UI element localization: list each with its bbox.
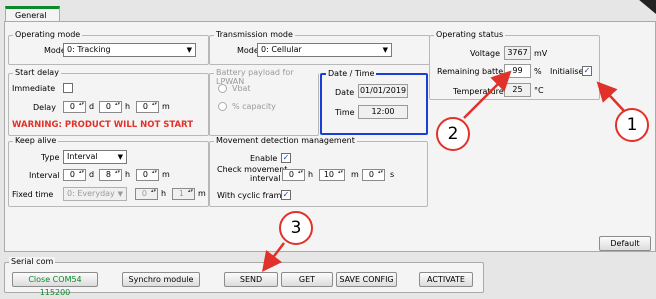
start-delay-legend: Start delay: [13, 68, 61, 77]
activate-button[interactable]: ACTIVATE: [419, 272, 473, 287]
vbat-label: Vbat: [232, 84, 251, 93]
check-minutes-unit: m: [351, 170, 359, 179]
voltage-value: 3767: [504, 46, 531, 60]
save-config-button[interactable]: SAVE CONFIG: [336, 272, 397, 287]
fixed-hours-stepper[interactable]: 0: [135, 188, 158, 200]
transmission-mode-legend: Transmission mode: [214, 30, 295, 39]
interval-days-unit: d: [89, 170, 95, 179]
delay-label: Delay: [33, 103, 56, 112]
transmission-mode-label: Mode: [237, 46, 259, 55]
interval-minutes-unit: m: [162, 170, 170, 179]
keep-alive-legend: Keep alive: [13, 136, 59, 145]
fixed-minutes-stepper[interactable]: 1: [172, 188, 195, 200]
annotation-circle-2: 2: [436, 117, 470, 151]
main-panel: Operating mode Mode 0: Tracking ▼ Transm…: [4, 21, 656, 252]
check-hours-unit: h: [308, 170, 314, 179]
annotation-circle-3: 3: [279, 211, 313, 245]
enable-checkbox[interactable]: ✓: [281, 153, 291, 163]
fixed-time-day-value: 0: Everyday: [67, 189, 115, 198]
serial-com-legend: Serial com: [9, 257, 56, 266]
remaining-battery-unit: %: [534, 67, 542, 76]
operating-status-legend: Operating status: [434, 30, 506, 39]
capacity-radio[interactable]: [218, 102, 227, 111]
capacity-label: % capacity: [232, 102, 276, 111]
delay-hours-unit: h: [125, 102, 131, 111]
movement-detection-group: Movement detection management Enable ✓ C…: [209, 136, 428, 207]
delay-minutes-stepper[interactable]: 0: [136, 101, 159, 113]
delay-hours-stepper[interactable]: 0: [99, 101, 122, 113]
check-seconds-stepper[interactable]: 0: [362, 169, 385, 181]
transmission-mode-select[interactable]: 0: Cellular ▼: [257, 43, 392, 57]
initialise-checkbox[interactable]: ✓: [582, 66, 592, 76]
immediate-label: Immediate: [12, 84, 56, 93]
chevron-down-icon: ▼: [186, 46, 192, 54]
fixed-time-label: Fixed time: [12, 190, 54, 199]
transmission-mode-group: Transmission mode Mode 0: Cellular ▼: [209, 30, 430, 65]
delay-days-stepper[interactable]: 0: [63, 101, 86, 113]
keep-alive-group: Keep alive Type Interval ▼ Interval 0 d …: [8, 136, 209, 207]
vbat-radio[interactable]: [218, 84, 227, 93]
check-minutes-stepper[interactable]: 10: [319, 169, 345, 181]
interval-hours-stepper[interactable]: 8: [99, 169, 122, 181]
get-button[interactable]: GET: [281, 272, 333, 287]
keep-alive-type-select[interactable]: Interval ▼: [63, 150, 127, 164]
immediate-checkbox[interactable]: [63, 83, 73, 93]
voltage-label: Voltage: [470, 49, 501, 58]
delay-days-unit: d: [89, 102, 95, 111]
interval-minutes-stepper[interactable]: 0: [136, 169, 159, 181]
start-delay-group: Start delay Immediate Delay 0 d 0 h 0 m …: [8, 68, 209, 136]
operating-mode-value: 0: Tracking: [67, 45, 111, 54]
interval-days-stepper[interactable]: 0: [63, 169, 86, 181]
tab-general-label: General: [15, 11, 47, 20]
check-interval-label-1: Check movement: [217, 165, 288, 174]
interval-hours-unit: h: [125, 170, 131, 179]
enable-label: Enable: [250, 154, 278, 163]
start-warning: WARNING: PRODUCT WILL NOT START: [12, 120, 194, 130]
battery-payload-legend: Battery payload for LPWAN: [214, 68, 318, 86]
corner-logo: [639, 0, 656, 14]
check-interval-label-2: interval: [250, 174, 281, 183]
fixed-minutes-unit: m: [198, 189, 206, 198]
interval-label: Interval: [29, 171, 60, 180]
synchro-module-button[interactable]: Synchro module: [122, 272, 200, 287]
keep-alive-type-label: Type: [41, 153, 60, 162]
date-time-legend: Date / Time: [326, 69, 377, 78]
send-button[interactable]: SEND: [224, 272, 278, 287]
check-seconds-unit: s: [390, 170, 395, 179]
operating-mode-select[interactable]: 0: Tracking ▼: [63, 43, 196, 57]
operating-mode-legend: Operating mode: [13, 30, 83, 39]
remaining-battery-label: Remaining battery: [437, 67, 512, 76]
time-label: Time: [335, 108, 355, 117]
operating-status-group: Operating status Voltage 3767 mV Remaini…: [429, 30, 600, 100]
delay-minutes-unit: m: [162, 102, 170, 111]
fixed-hours-unit: h: [161, 189, 167, 198]
serial-com-group: Serial com Close COM54 115200 Synchro mo…: [4, 257, 484, 297]
temperature-value: 25: [504, 83, 531, 97]
chevron-down-icon: ▼: [382, 46, 388, 54]
date-time-group: Date / Time Date 01/01/2019 Time 12:00: [320, 69, 428, 135]
time-value[interactable]: 12:00: [358, 105, 408, 119]
keep-alive-type-value: Interval: [67, 152, 98, 161]
temperature-label: Temperature: [453, 87, 504, 96]
date-value[interactable]: 01/01/2019: [358, 84, 408, 98]
temperature-unit: °C: [534, 86, 544, 95]
chevron-down-icon: ▼: [117, 153, 123, 161]
remaining-battery-value: 99: [504, 64, 531, 78]
cyclic-frame-label: With cyclic frame: [217, 191, 287, 200]
cyclic-frame-checkbox[interactable]: ✓: [281, 190, 291, 200]
annotation-circle-1: 1: [615, 108, 649, 142]
chevron-down-icon: ▼: [117, 190, 123, 198]
battery-payload-group: Battery payload for LPWAN Vbat % capacit…: [209, 68, 319, 136]
tab-general[interactable]: General: [5, 6, 60, 22]
operating-mode-group: Operating mode Mode 0: Tracking ▼: [8, 30, 209, 65]
default-button[interactable]: Default: [599, 236, 651, 251]
initialise-label: Initialise: [550, 67, 584, 76]
transmission-mode-value: 0: Cellular: [261, 45, 302, 54]
date-label: Date: [335, 88, 355, 97]
movement-detection-legend: Movement detection management: [214, 136, 357, 145]
voltage-unit: mV: [534, 49, 548, 58]
fixed-time-day-select[interactable]: 0: Everyday ▼: [63, 187, 127, 201]
close-com-button[interactable]: Close COM54 115200: [12, 272, 98, 297]
check-hours-stepper[interactable]: 0: [282, 169, 305, 181]
